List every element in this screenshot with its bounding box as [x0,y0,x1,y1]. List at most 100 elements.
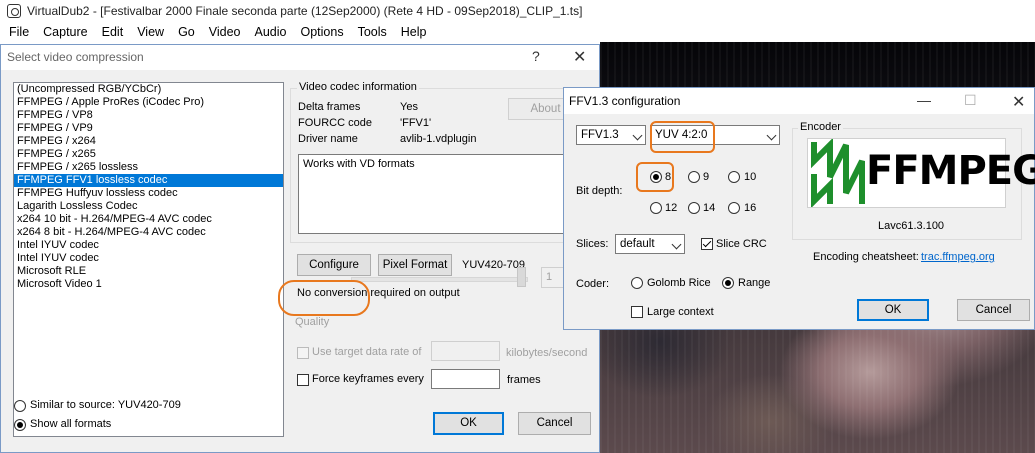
show-all-formats-radio[interactable] [14,419,26,431]
compression-dialog-title-bar: Select video compression ? ✕ [1,45,599,70]
codec-list-item[interactable]: Lagarith Lossless Codec [14,200,283,213]
codec-list-item-selected[interactable]: FFMPEG FFV1 lossless codec [14,174,283,187]
pixel-format-button[interactable]: Pixel Format [378,254,452,276]
encoder-group-label: Encoder [798,121,843,133]
target-rate-unit: kilobytes/second [506,347,588,359]
coder-golomb-radio[interactable] [631,277,643,289]
configure-button[interactable]: Configure [297,254,371,276]
codec-list-item[interactable]: x264 8 bit - H.264/MPEG-4 AVC codec [14,226,283,239]
bit-depth-14-radio[interactable] [688,202,700,214]
similar-to-source-radio[interactable] [14,400,26,412]
codec-list-item[interactable]: FFMPEG / VP9 [14,122,283,135]
main-window-title: VirtualDub2 - [Festivalbar 2000 Finale s… [27,4,583,18]
keyframes-field[interactable] [431,369,500,389]
codec-list-item[interactable]: FFMPEG / Apple ProRes (iCodec Pro) [14,96,283,109]
codec-list[interactable]: (Uncompressed RGB/YCbCr) FFMPEG / Apple … [13,82,284,437]
help-icon[interactable]: ? [532,48,540,64]
codec-list-item[interactable]: Microsoft RLE [14,265,283,278]
menu-file[interactable]: File [0,25,36,39]
codec-list-item[interactable]: FFMPEG / x265 [14,148,283,161]
close-icon[interactable]: ✕ [1012,92,1025,112]
menu-audio[interactable]: Audio [248,25,294,39]
codec-list-item[interactable]: FFMPEG / x265 lossless [14,161,283,174]
codec-description-text: Works with VD formats [303,158,415,170]
menu-view[interactable]: View [130,25,171,39]
codec-list-item[interactable]: Microsoft Video 1 [14,278,283,291]
delta-frames-label: Delta frames [298,101,361,113]
quality-slider-track[interactable] [351,277,528,282]
chevron-down-icon [671,239,682,250]
menu-go[interactable]: Go [171,25,202,39]
use-target-rate-label: Use target data rate of [312,346,422,358]
pixel-format-value: YUV420-709 [462,259,525,271]
ffv1-ok-button[interactable]: OK [857,299,929,321]
codec-list-item[interactable]: FFMPEG / x264 [14,135,283,148]
chevron-down-icon [766,130,777,141]
quality-slider-thumb[interactable] [517,267,526,287]
coder-label: Coder: [576,278,610,290]
driver-name-value: avlib-1.vdplugin [400,133,477,145]
close-icon[interactable]: ✕ [573,47,586,67]
virtualdub-app-icon[interactable] [7,4,21,18]
orange-annotation-bitdepth [636,162,674,192]
minimize-icon[interactable]: — [917,92,931,108]
coder-range-label: Range [738,277,771,289]
encoder-version: Lavc61.3.100 [878,220,945,232]
main-title-bar: VirtualDub2 - [Festivalbar 2000 Finale s… [0,0,1035,22]
cheatsheet-label: Encoding cheatsheet: [813,251,919,263]
ffv1-cancel-button[interactable]: Cancel [957,299,1030,321]
bit-depth-12-radio[interactable] [650,202,662,214]
ok-button[interactable]: OK [433,412,504,435]
cheatsheet-link[interactable]: trac.ffmpeg.org [921,251,995,263]
codec-list-item[interactable]: FFMPEG Huffyuv lossless codec [14,187,283,200]
bit-depth-16-radio[interactable] [728,202,740,214]
quality-value: 1 [546,271,553,283]
menu-video[interactable]: Video [202,25,248,39]
cancel-button[interactable]: Cancel [518,412,591,435]
slice-crc-checkbox[interactable] [701,238,713,250]
bit-depth-10-radio[interactable] [728,171,740,183]
menu-edit[interactable]: Edit [95,25,131,39]
codec-list-item[interactable]: x264 10 bit - H.264/MPEG-4 AVC codec [14,213,283,226]
ffv1-title-bar: FFV1.3 configuration — ☐ ✕ [564,88,1034,114]
codec-info-group-label: Video codec information [297,81,419,93]
keyframes-unit: frames [507,374,541,386]
menu-capture[interactable]: Capture [36,25,94,39]
bit-depth-14-label: 14 [703,202,716,214]
bit-depth-9-radio[interactable] [688,171,700,183]
slices-value: default [620,238,655,250]
similar-to-source-label: Similar to source: YUV420-709 [30,399,181,411]
codec-description-box: Works with VD formats [298,154,582,234]
codec-list-item[interactable]: (Uncompressed RGB/YCbCr) [14,83,283,96]
ffv1-dialog-title: FFV1.3 configuration [569,94,681,108]
orange-annotation-colorspace [650,121,715,153]
ffv1-config-dialog: FFV1.3 configuration — ☐ ✕ FFV1.3 YUV 4:… [563,87,1035,330]
chevron-down-icon [632,130,643,141]
target-rate-field[interactable] [431,341,500,361]
ffv1-version-combo[interactable]: FFV1.3 [576,125,646,145]
fourcc-label: FOURCC code [298,117,372,129]
menu-help[interactable]: Help [394,25,434,39]
ffmpeg-logo-text: FFMPEG [866,148,1035,194]
select-video-compression-dialog: Select video compression ? ✕ (Uncompress… [0,44,601,453]
menu-options[interactable]: Options [293,25,350,39]
slices-combo[interactable]: default [615,234,685,254]
large-context-label: Large context [647,306,714,318]
codec-list-item[interactable]: Intel IYUV codec [14,239,283,252]
bit-depth-label: Bit depth: [576,185,623,197]
large-context-checkbox[interactable] [631,306,643,318]
force-keyframes-checkbox[interactable] [297,374,309,386]
fourcc-value: 'FFV1' [400,117,432,129]
bit-depth-12-label: 12 [665,202,678,214]
codec-list-item[interactable]: Intel IYUV codec [14,252,283,265]
bit-depth-16-label: 16 [744,202,757,214]
codec-list-item[interactable]: FFMPEG / VP8 [14,109,283,122]
bit-depth-10-label: 10 [744,171,757,183]
compression-dialog-title: Select video compression [7,50,144,64]
force-keyframes-label: Force keyframes every [312,373,424,385]
coder-range-radio[interactable] [722,277,734,289]
orange-annotation-circle [278,280,370,316]
maximize-icon[interactable]: ☐ [964,92,977,109]
menu-tools[interactable]: Tools [351,25,394,39]
use-target-rate-checkbox[interactable] [297,347,309,359]
